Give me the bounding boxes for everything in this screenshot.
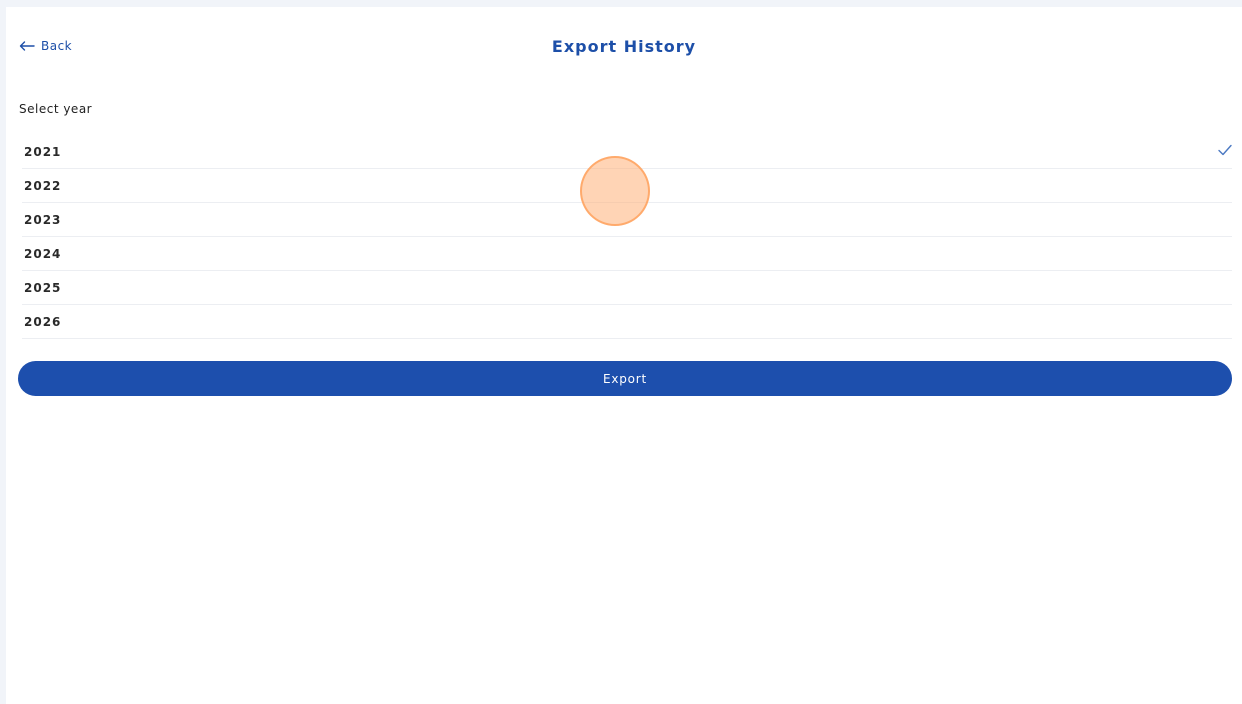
year-option-2026[interactable]: 2026 bbox=[22, 305, 1232, 339]
export-button[interactable]: Export bbox=[18, 361, 1232, 396]
year-option-2021[interactable]: 2021 bbox=[22, 135, 1232, 169]
year-label: 2023 bbox=[24, 212, 62, 227]
year-list: 2021 2022 2023 2024 2025 2026 bbox=[22, 135, 1232, 339]
header: Back Export History bbox=[6, 7, 1242, 87]
year-label: 2026 bbox=[24, 314, 62, 329]
page-title: Export History bbox=[551, 37, 697, 56]
select-year-label: Select year bbox=[19, 102, 93, 116]
year-option-2025[interactable]: 2025 bbox=[22, 271, 1232, 305]
year-label: 2022 bbox=[24, 178, 62, 193]
year-option-2023[interactable]: 2023 bbox=[22, 203, 1232, 237]
year-option-2022[interactable]: 2022 bbox=[22, 169, 1232, 203]
check-icon bbox=[1218, 144, 1232, 159]
year-option-2024[interactable]: 2024 bbox=[22, 237, 1232, 271]
export-history-screen: Back Export History Select year 2021 202… bbox=[6, 7, 1242, 704]
year-label: 2025 bbox=[24, 280, 62, 295]
year-label: 2021 bbox=[24, 144, 62, 159]
year-label: 2024 bbox=[24, 246, 62, 261]
